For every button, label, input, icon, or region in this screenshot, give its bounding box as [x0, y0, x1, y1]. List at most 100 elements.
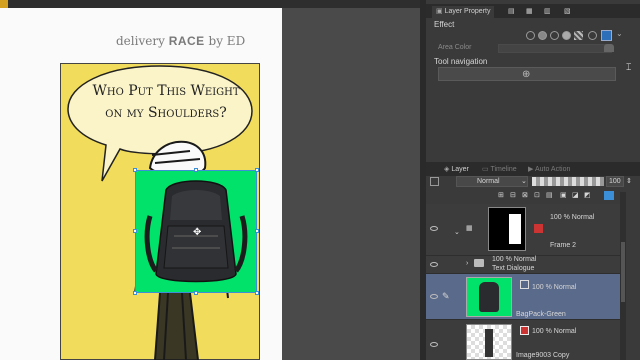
- tool-navigation-icon: ⊕: [522, 69, 531, 80]
- layer-name: Image9003 Copy: [516, 352, 570, 359]
- chevron-down-icon[interactable]: ⌄: [454, 228, 460, 236]
- layer-alpha-icon[interactable]: ▣: [560, 191, 567, 199]
- resize-handle-r[interactable]: [255, 229, 259, 233]
- visibility-eye-icon[interactable]: [430, 294, 438, 299]
- layer-opacity-mode: 100 % Normal: [532, 328, 577, 335]
- tool-navigation-label: Tool navigation: [434, 57, 488, 66]
- layer-blue-color-icon[interactable]: [604, 191, 614, 200]
- brand-main: RACE: [168, 34, 205, 48]
- chevron-down-icon[interactable]: ⌄: [616, 29, 623, 38]
- scrollbar-thumb[interactable]: [621, 242, 625, 302]
- area-color-label: Area Color: [438, 44, 472, 51]
- tab-layer-label: Layer: [451, 166, 469, 173]
- tab-layer[interactable]: ◈ Layer: [440, 164, 473, 176]
- layer-opacity-mode: 100 % Normal: [550, 214, 595, 221]
- effect-layer-color-icon[interactable]: [562, 31, 571, 40]
- layer-type-icon: [520, 280, 529, 289]
- figure-thumb: [485, 329, 493, 357]
- visibility-eye-icon[interactable]: [430, 262, 438, 267]
- canvas-top-strip: [0, 0, 420, 8]
- layer-colorize-icon[interactable]: ◩: [584, 191, 591, 199]
- selection-bounding-box[interactable]: ✥: [133, 168, 259, 295]
- resize-handle-tl[interactable]: [133, 168, 137, 172]
- bag-thumb: [479, 282, 499, 312]
- layer-property-icon: ▣: [436, 8, 445, 15]
- effect-label: Effect: [434, 20, 455, 29]
- effect-tone-icon[interactable]: [550, 31, 559, 40]
- tab-icon-1[interactable]: ▤: [504, 6, 519, 18]
- effect-border-icon[interactable]: [526, 31, 535, 40]
- tab-layer-property[interactable]: ▣ Layer Property: [432, 6, 495, 18]
- tab-auto-action-label: Auto Action: [534, 166, 571, 173]
- mouse-cursor-icon: ⌶: [626, 62, 632, 72]
- layer-name: BagPack-Green: [516, 311, 566, 318]
- tab-auto-action[interactable]: ▶ Auto Action: [524, 164, 574, 176]
- blend-mode-value: Normal: [477, 178, 500, 185]
- brand-prefix: delivery: [116, 34, 165, 48]
- canvas-area[interactable]: delivery RACE by ED Who Put This Weight …: [0, 0, 420, 360]
- fill-bucket-icon[interactable]: [604, 44, 614, 52]
- effect-watercolor-icon[interactable]: [588, 31, 597, 40]
- tab-icon-4[interactable]: ▧: [560, 6, 575, 18]
- opacity-slider[interactable]: [532, 177, 604, 186]
- layer-name: Text Dialogue: [492, 265, 535, 272]
- pen-edit-icon: ✎: [442, 291, 450, 301]
- effect-icon-row: ⌄: [524, 29, 628, 41]
- mask-disabled-icon: [534, 224, 543, 233]
- resize-handle-bl[interactable]: [133, 291, 137, 295]
- folder-expand-icon[interactable]: ▦: [466, 224, 473, 232]
- resize-handle-t[interactable]: [194, 168, 198, 172]
- layer-scrollbar[interactable]: [620, 192, 626, 360]
- tab-timeline[interactable]: ▭ Timeline: [478, 164, 521, 176]
- right-panel: ▣ Layer Property ▤ ▦ ▥ ▧ Effect ⌄ Area C…: [426, 0, 640, 360]
- opacity-field[interactable]: 100: [606, 176, 624, 187]
- layer-row-frame2[interactable]: ▦ ⌄ 100 % Normal Frame 2: [426, 204, 620, 256]
- layer-thumbnail-frame2: [488, 207, 526, 251]
- tab-timeline-label: Timeline: [490, 166, 517, 173]
- visibility-eye-icon[interactable]: [430, 226, 438, 231]
- tab-layer-property-label: Layer Property: [444, 8, 491, 15]
- layer-opacity-mode: 100 % Normal: [492, 256, 537, 263]
- area-color-field[interactable]: [498, 44, 612, 53]
- brand-title: delivery RACE by ED: [116, 34, 245, 48]
- effect-extract-line-icon[interactable]: [538, 31, 547, 40]
- layer-lock-icon[interactable]: ⊠: [522, 191, 528, 199]
- layer-name: Frame 2: [550, 242, 577, 249]
- layer-row-text-dialogue[interactable]: › 100 % Normal Text Dialogue: [426, 256, 620, 274]
- opacity-stepper-icon[interactable]: ⇕: [626, 177, 632, 185]
- brand-suffix: by ED: [208, 34, 246, 48]
- layer-mask-icon[interactable]: ⊡: [534, 191, 540, 199]
- blend-mode-chevron-icon: ⌄: [521, 178, 527, 185]
- effect-texture-icon[interactable]: [574, 31, 583, 40]
- layer-draft-icon[interactable]: ▤: [546, 191, 553, 199]
- tool-navigation-button[interactable]: ⊕: [438, 67, 616, 81]
- resize-handle-br[interactable]: [255, 291, 259, 295]
- blend-mode-select[interactable]: Normal ⌄: [456, 176, 528, 187]
- layer-row-image9003-copy[interactable]: 100 % Normal Image9003 Copy: [426, 320, 620, 360]
- layer-opacity-mode: 100 % Normal: [532, 284, 577, 291]
- layer-color-icon[interactable]: [430, 177, 439, 186]
- resize-handle-b[interactable]: [194, 291, 198, 295]
- move-crosshair-icon[interactable]: ✥: [193, 227, 201, 238]
- layer-property-tabbar: ▣ Layer Property ▤ ▦ ▥ ▧: [426, 4, 640, 18]
- canvas-corner-icon: [0, 0, 8, 8]
- layer-ref-icon[interactable]: ⊟: [510, 191, 516, 199]
- resize-handle-tr[interactable]: [255, 168, 259, 172]
- layer-clip-icon[interactable]: ⊞: [498, 191, 504, 199]
- layer-toolbar: ⊞ ⊟ ⊠ ⊡ ▤ ▣ ◪ ◩: [426, 190, 640, 202]
- chevron-right-icon[interactable]: ›: [466, 260, 468, 267]
- frame-thumb-inner: [509, 214, 521, 244]
- layer-list: ▦ ⌄ 100 % Normal Frame 2 › 100 % Normal …: [426, 204, 620, 360]
- opacity-value: 100: [609, 178, 621, 185]
- layer-palette-icon[interactable]: ◪: [572, 191, 579, 199]
- tab-icon-2[interactable]: ▦: [522, 6, 537, 18]
- layer-mask-icon: [520, 326, 529, 335]
- visibility-eye-icon[interactable]: [430, 342, 438, 347]
- resize-handle-l[interactable]: [133, 229, 137, 233]
- layer-thumbnail-image9003: [466, 324, 512, 360]
- effect-color-icon[interactable]: [601, 30, 612, 41]
- folder-icon: [474, 259, 484, 267]
- layer-row-bagpack-green[interactable]: ✎ 100 % Normal BagPack-Green: [426, 274, 620, 320]
- tab-icon-3[interactable]: ▥: [540, 6, 555, 18]
- layer-thumbnail-bagpack: [466, 277, 512, 317]
